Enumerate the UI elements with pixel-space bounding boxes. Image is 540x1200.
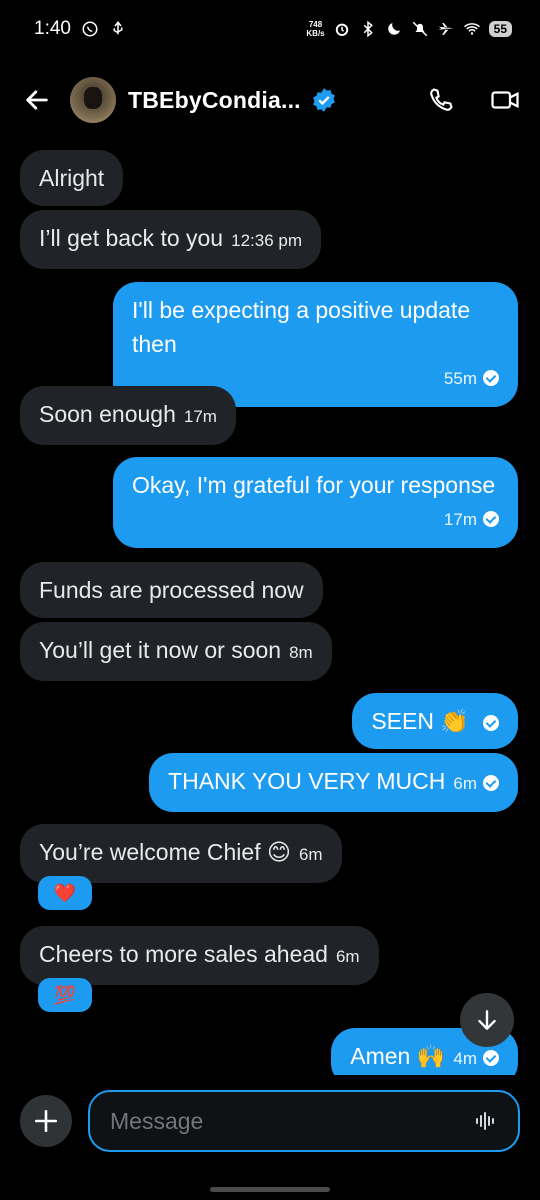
voice-message-icon[interactable] xyxy=(474,1109,498,1133)
conversation-header: TBEbyCondia... xyxy=(0,70,540,130)
message-time: 8m xyxy=(289,643,313,662)
incoming-message[interactable]: You’re welcome Chief 😊 6m xyxy=(20,824,342,883)
read-check-icon xyxy=(483,1050,499,1066)
incoming-message[interactable]: Soon enough 17m xyxy=(20,386,236,445)
message-time: 55m xyxy=(443,369,477,388)
message-thread[interactable]: Alright I’ll get back to you 12:36 pm I'l… xyxy=(0,140,540,1075)
message-input-container[interactable] xyxy=(88,1090,520,1152)
wifi-icon xyxy=(463,23,480,35)
plus-icon xyxy=(34,1109,58,1133)
moon-icon xyxy=(387,23,400,35)
airplane-icon xyxy=(438,23,454,35)
read-check-icon xyxy=(483,511,499,527)
add-attachment-button[interactable] xyxy=(20,1095,72,1147)
alarm-icon xyxy=(335,23,348,36)
read-check-icon xyxy=(483,370,499,386)
incoming-message[interactable]: Alright xyxy=(20,150,124,206)
incoming-message[interactable]: I’ll get back to you 12:36 pm xyxy=(20,210,321,269)
message-time: 4m xyxy=(453,1049,477,1068)
outgoing-message[interactable]: Okay, I'm grateful for your response 17m xyxy=(113,457,518,548)
incoming-message[interactable]: You’ll get it now or soon 8m xyxy=(20,622,332,681)
outgoing-message[interactable]: THANK YOU VERY MUCH 6m xyxy=(149,753,518,812)
battery-indicator: 55 xyxy=(488,21,512,37)
network-speed: 748 KB/s xyxy=(306,20,325,38)
message-time: 17m xyxy=(443,510,477,529)
voice-call-button[interactable] xyxy=(426,85,456,115)
bluetooth-icon xyxy=(363,20,373,38)
gesture-bar xyxy=(210,1187,330,1192)
read-check-icon xyxy=(483,775,499,791)
phone-icon xyxy=(430,88,453,111)
whatsapp-icon xyxy=(82,21,98,37)
incoming-message[interactable]: Cheers to more sales ahead 6m xyxy=(20,926,379,985)
video-call-button[interactable] xyxy=(490,85,520,115)
read-check-icon xyxy=(483,715,499,731)
usb-icon xyxy=(113,21,123,35)
message-time: 6m xyxy=(335,947,360,966)
message-input[interactable] xyxy=(110,1107,474,1135)
status-bar: 1:40 748 KB/s 55 xyxy=(0,0,540,58)
message-time: 6m xyxy=(298,845,323,864)
message-reaction[interactable]: ❤️ xyxy=(38,876,92,910)
outgoing-message[interactable]: SEEN 👏 xyxy=(352,693,518,749)
back-button[interactable] xyxy=(20,83,54,117)
message-time: 17m xyxy=(183,407,217,426)
arrow-down-icon xyxy=(478,1010,496,1030)
arrow-left-icon xyxy=(26,90,48,110)
scroll-to-bottom-button[interactable] xyxy=(460,993,514,1047)
incoming-message[interactable]: Funds are processed now xyxy=(20,562,323,618)
message-time: 12:36 pm xyxy=(231,231,302,250)
message-composer xyxy=(0,1088,540,1154)
avatar[interactable] xyxy=(70,77,116,123)
message-reaction[interactable]: 💯 xyxy=(38,978,92,1012)
message-time: 6m xyxy=(453,774,477,793)
verified-badge-icon xyxy=(312,88,335,112)
contact-name[interactable]: TBEbyCondia... xyxy=(128,87,301,114)
mute-icon xyxy=(412,21,427,37)
status-time: 1:40 xyxy=(34,18,71,39)
video-camera-icon xyxy=(491,91,519,109)
